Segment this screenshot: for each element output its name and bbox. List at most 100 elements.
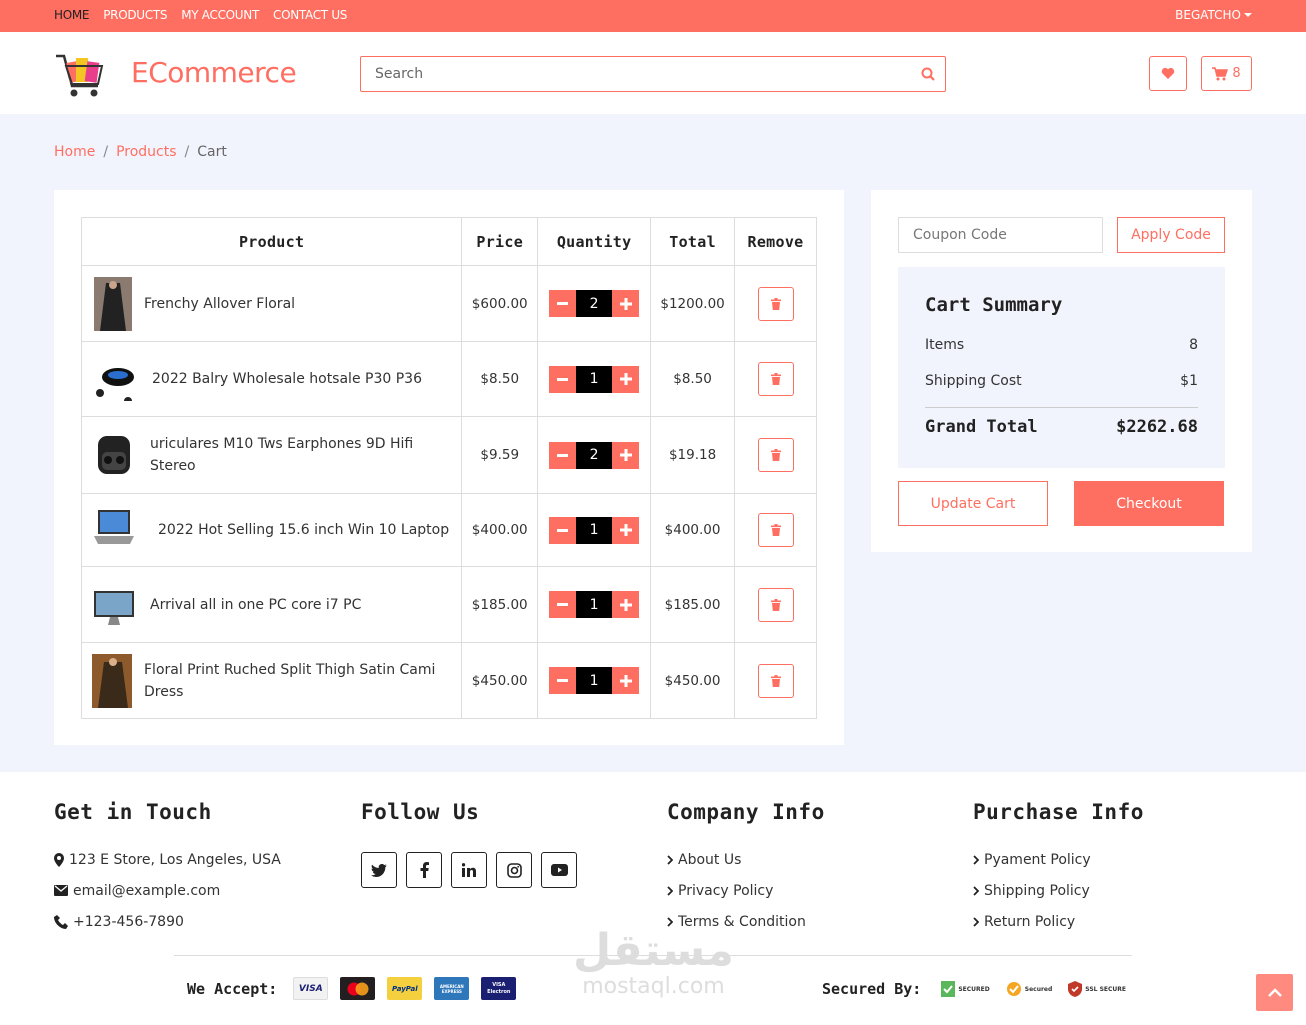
footer-link-item[interactable]: About Us bbox=[667, 844, 825, 875]
product-image[interactable] bbox=[92, 653, 132, 708]
footer-link-privacy[interactable]: Privacy Policy bbox=[678, 883, 773, 899]
decrease-quantity-button[interactable] bbox=[549, 516, 577, 544]
decrease-quantity-button[interactable] bbox=[549, 441, 577, 469]
chevron-right-icon bbox=[973, 854, 979, 865]
quantity-value[interactable]: 1 bbox=[576, 516, 613, 544]
remove-cell bbox=[734, 416, 817, 494]
product-image[interactable] bbox=[92, 583, 138, 627]
breadcrumb-products[interactable]: Products bbox=[116, 144, 176, 160]
product-name[interactable]: 2022 Hot Selling 15.6 inch Win 10 Laptop bbox=[158, 519, 449, 541]
increase-quantity-button[interactable] bbox=[612, 516, 640, 544]
product-cell: Arrival all in one PC core i7 PC bbox=[80, 566, 463, 643]
breadcrumb: Home / Products / Cart bbox=[54, 144, 227, 160]
footer-link-shipping[interactable]: Shipping Policy bbox=[984, 883, 1090, 899]
remove-cell bbox=[734, 341, 817, 417]
remove-cell bbox=[734, 265, 817, 342]
user-menu[interactable]: BEGATCHO bbox=[1175, 8, 1252, 22]
product-image[interactable] bbox=[92, 357, 140, 401]
quantity-value[interactable]: 1 bbox=[576, 365, 613, 393]
product-image[interactable] bbox=[92, 430, 138, 480]
minus-icon bbox=[557, 377, 569, 381]
breadcrumb-separator: / bbox=[184, 144, 190, 160]
quantity-value[interactable]: 2 bbox=[576, 441, 613, 469]
top-bar: HOME PRODUCTS MY ACCOUNT CONTACT US BEGA… bbox=[0, 0, 1306, 32]
quantity-value[interactable]: 1 bbox=[576, 591, 613, 618]
search-input[interactable] bbox=[361, 57, 911, 91]
nav-home[interactable]: HOME bbox=[54, 8, 90, 22]
plus-icon bbox=[619, 297, 632, 310]
trash-icon bbox=[770, 373, 781, 385]
remove-item-button[interactable] bbox=[757, 587, 794, 622]
phone-text[interactable]: +123-456-7890 bbox=[73, 914, 184, 930]
back-to-top-button[interactable] bbox=[1256, 974, 1293, 1011]
footer-link-payment[interactable]: Pyament Policy bbox=[984, 852, 1091, 868]
product-image[interactable] bbox=[92, 506, 146, 554]
nav-contact-us[interactable]: CONTACT US bbox=[273, 8, 347, 22]
price-cell: $450.00 bbox=[461, 642, 539, 719]
product-name[interactable]: Floral Print Ruched Split Thigh Satin Ca… bbox=[144, 659, 461, 703]
quantity-value[interactable]: 2 bbox=[576, 290, 613, 317]
decrease-quantity-button[interactable] bbox=[549, 290, 577, 317]
remove-item-button[interactable] bbox=[757, 513, 794, 547]
cart-button[interactable]: 8 bbox=[1201, 56, 1252, 91]
product-name[interactable]: 2022 Balry Wholesale hotsale P30 P36 bbox=[152, 368, 422, 390]
remove-item-button[interactable] bbox=[757, 663, 794, 698]
increase-quantity-button[interactable] bbox=[612, 441, 640, 469]
linkedin-icon[interactable] bbox=[451, 852, 487, 888]
brand-name[interactable]: ECommerce bbox=[131, 56, 297, 89]
nav-my-account[interactable]: MY ACCOUNT bbox=[181, 8, 259, 22]
product-cell: 2022 Hot Selling 15.6 inch Win 10 Laptop bbox=[80, 493, 463, 567]
product-name[interactable]: Arrival all in one PC core i7 PC bbox=[150, 594, 361, 616]
increase-quantity-button[interactable] bbox=[612, 591, 640, 618]
amex-card-icon: AMERICAN EXPRESS bbox=[434, 977, 470, 1000]
quantity-value[interactable]: 1 bbox=[576, 667, 613, 694]
footer-link-item[interactable]: Shipping Policy bbox=[973, 875, 1144, 906]
product-name[interactable]: uriculares M10 Tws Earphones 9D Hifi Ste… bbox=[150, 433, 461, 477]
quantity-cell: 2 bbox=[537, 416, 652, 494]
update-cart-button[interactable]: Update Cart bbox=[898, 481, 1048, 526]
cart-row: Arrival all in one PC core i7 PC $185.00 1… bbox=[80, 566, 817, 643]
footer-link-item[interactable]: Pyament Policy bbox=[973, 844, 1144, 875]
price-cell: $8.50 bbox=[461, 341, 539, 417]
twitter-icon[interactable] bbox=[361, 852, 397, 888]
youtube-icon[interactable] bbox=[541, 852, 577, 888]
facebook-icon[interactable] bbox=[406, 852, 442, 888]
footer-link-item[interactable]: Return Policy bbox=[973, 906, 1144, 937]
shopping-cart-logo[interactable] bbox=[54, 48, 108, 100]
email-text[interactable]: email@example.com bbox=[73, 883, 220, 899]
coupon-input[interactable] bbox=[898, 217, 1103, 253]
product-name[interactable]: Frenchy Allover Floral bbox=[144, 293, 295, 315]
increase-quantity-button[interactable] bbox=[612, 290, 640, 317]
mastercard-icon bbox=[340, 977, 376, 1000]
remove-item-button[interactable] bbox=[757, 286, 794, 321]
breadcrumb-home[interactable]: Home bbox=[54, 144, 95, 160]
remove-item-button[interactable] bbox=[757, 362, 794, 396]
footer: Get in Touch 123 E Store, Los Angeles, U… bbox=[0, 772, 1306, 1025]
decrease-quantity-button[interactable] bbox=[549, 667, 577, 694]
product-image[interactable] bbox=[92, 276, 132, 331]
decrease-quantity-button[interactable] bbox=[549, 591, 577, 618]
col-price: Price bbox=[461, 217, 539, 266]
decrease-quantity-button[interactable] bbox=[549, 365, 577, 393]
ssl-secure-seal: SSL SECURE bbox=[1068, 977, 1126, 1001]
increase-quantity-button[interactable] bbox=[612, 667, 640, 694]
chevron-right-icon bbox=[667, 854, 673, 865]
nav-products[interactable]: PRODUCTS bbox=[103, 8, 167, 22]
footer-link-item[interactable]: Privacy Policy bbox=[667, 875, 825, 906]
cart-icon bbox=[1212, 66, 1229, 80]
apply-code-button[interactable]: Apply Code bbox=[1117, 217, 1225, 253]
footer-heading: Follow Us bbox=[361, 800, 480, 824]
search-icon[interactable] bbox=[911, 67, 945, 81]
increase-quantity-button[interactable] bbox=[612, 365, 640, 393]
footer-link-about[interactable]: About Us bbox=[678, 852, 741, 868]
map-marker-icon bbox=[54, 852, 64, 867]
instagram-icon[interactable] bbox=[496, 852, 532, 888]
trash-icon bbox=[770, 524, 781, 536]
footer-link-return[interactable]: Return Policy bbox=[984, 914, 1075, 930]
remove-item-button[interactable] bbox=[757, 438, 794, 472]
visa-electron-card-icon: VISA Electron bbox=[481, 977, 517, 1000]
plus-icon bbox=[619, 449, 632, 461]
wishlist-button[interactable] bbox=[1149, 56, 1187, 91]
checkout-button[interactable]: Checkout bbox=[1074, 481, 1224, 526]
product-cell: uriculares M10 Tws Earphones 9D Hifi Ste… bbox=[80, 416, 463, 494]
